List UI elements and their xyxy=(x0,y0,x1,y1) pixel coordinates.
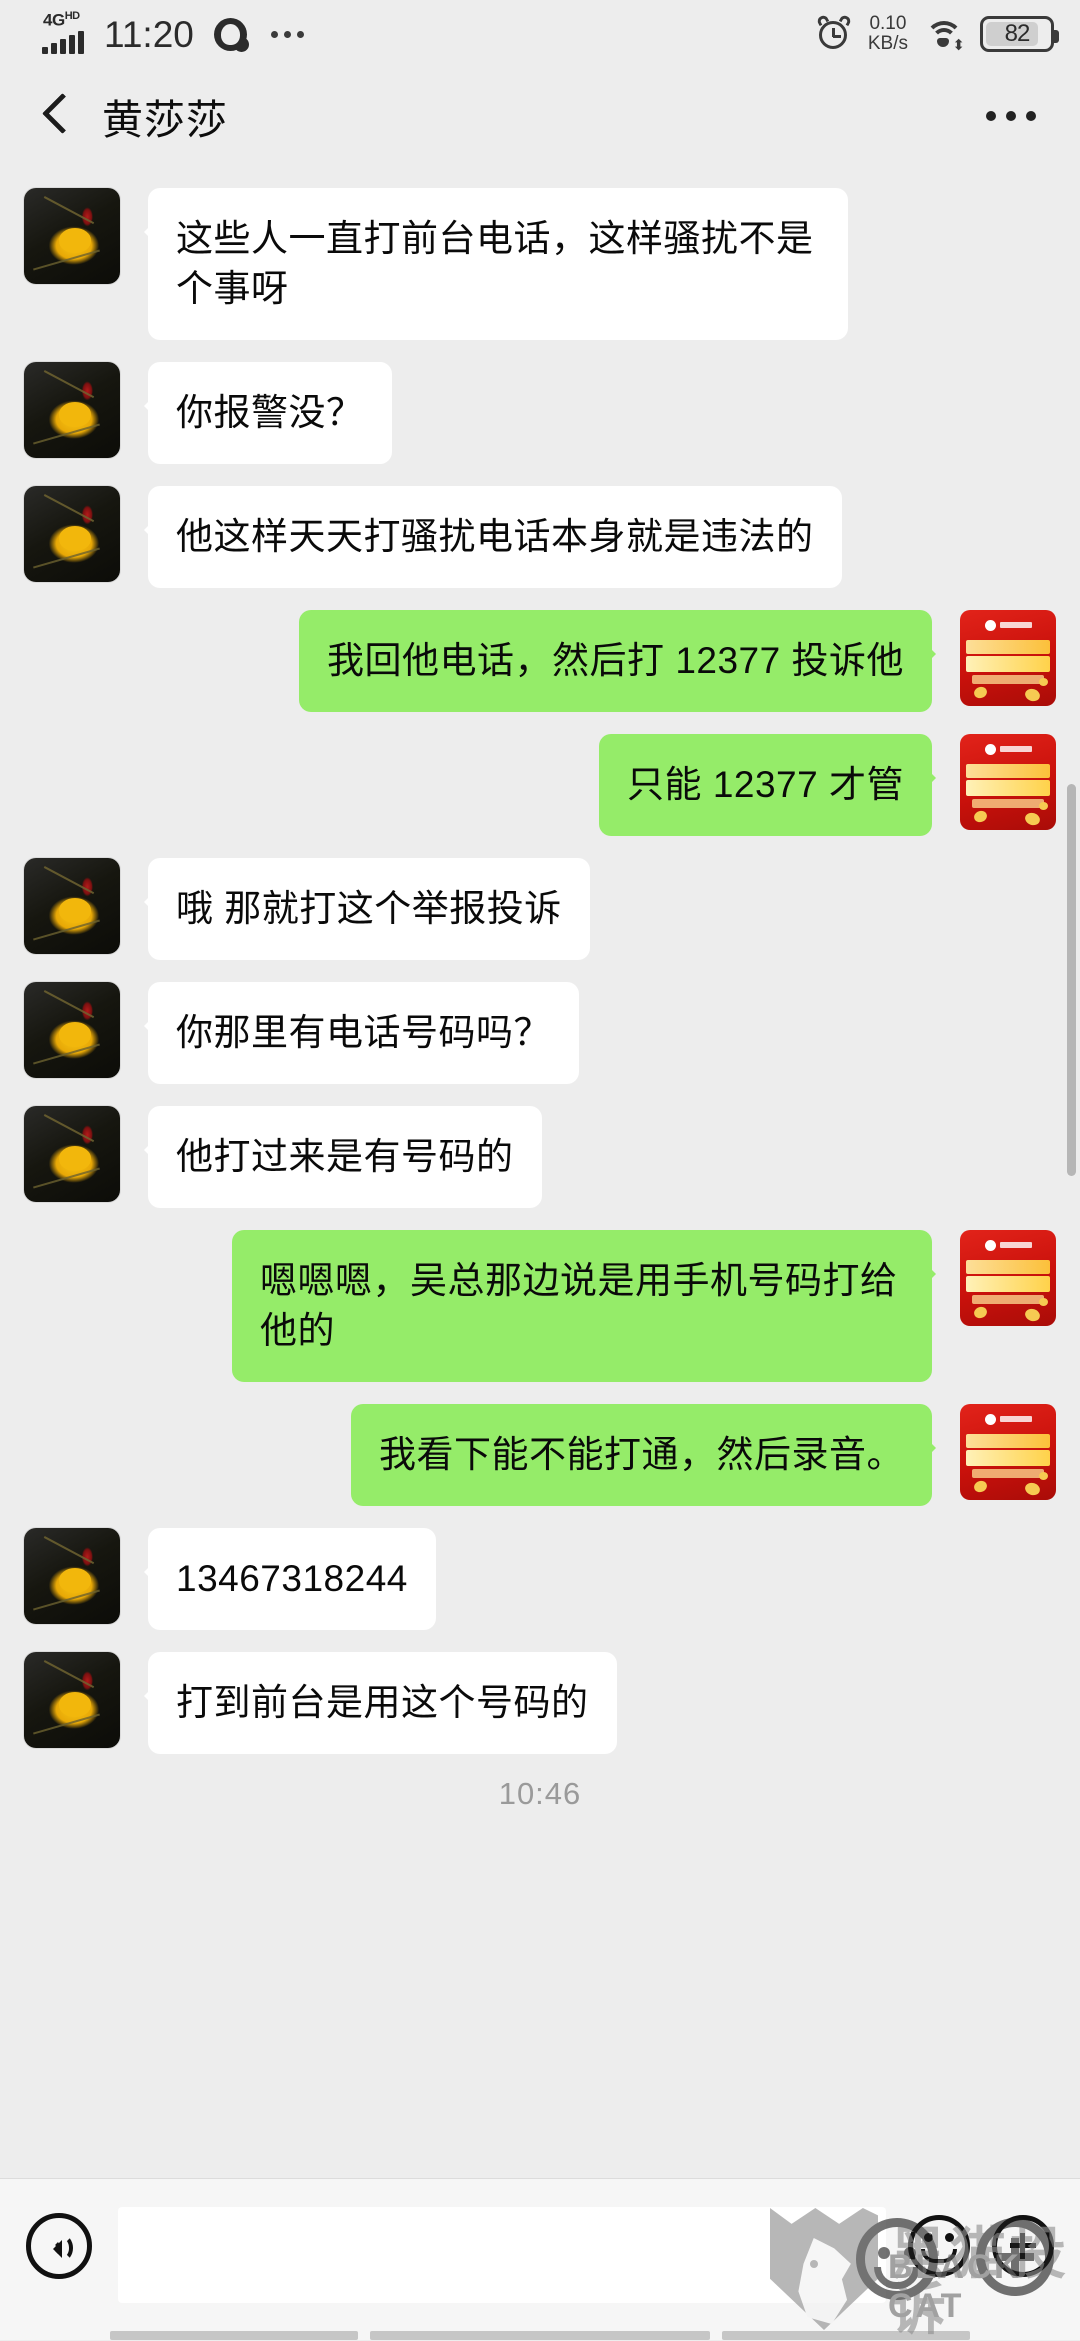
alarm-clock-icon xyxy=(815,13,853,52)
voice-record-icon[interactable] xyxy=(26,2213,92,2279)
status-bar-clock: 11:20 xyxy=(104,13,194,55)
conversation-timestamp: 10:46 xyxy=(498,1776,582,1811)
chat-message-list[interactable]: 这些人一直打前台电话，这样骚扰不是个事呀你报警没？ 他这样天天打骚扰电话本身就是违… xyxy=(0,164,1080,2178)
avatar-contact[interactable] xyxy=(24,188,120,284)
avatar-contact[interactable] xyxy=(24,1528,120,1624)
avatar-self[interactable] xyxy=(960,610,1056,706)
chat-message-row: 这些人一直打前台电话，这样骚扰不是个事呀 xyxy=(0,188,1080,340)
more-notifications-icon xyxy=(270,30,304,38)
message-bubble-incoming[interactable]: 他打过来是有号码的 xyxy=(144,1106,542,1208)
emoji-smiley-icon[interactable] xyxy=(908,2215,970,2277)
avatar-contact[interactable] xyxy=(24,858,120,954)
chat-message-row: 他打过来是有号码的 xyxy=(0,1106,1080,1208)
avatar-contact[interactable] xyxy=(24,1106,120,1202)
chat-message-row: 只能 12377 才管 xyxy=(0,734,1080,836)
avatar-contact[interactable] xyxy=(24,1652,120,1748)
battery-indicator: 82 xyxy=(980,16,1059,52)
message-bubble-outgoing[interactable]: 我回他电话，然后打 12377 投诉他 xyxy=(299,610,936,712)
status-bar-right: 0.10 KB/s ⬍ 82 xyxy=(815,13,1059,54)
chat-message-row: 你那里有电话号码吗？ xyxy=(0,982,1080,1084)
message-bubble-incoming[interactable]: 哦 那就打这个举报投诉 xyxy=(144,858,590,960)
chat-header: 黄莎莎 xyxy=(0,68,1080,164)
status-bar-left: 4GHD 11:20 xyxy=(42,11,304,55)
chat-message-row: 打到前台是用这个号码的 xyxy=(0,1652,1080,1754)
chat-message-row: 嗯嗯嗯，吴总那边说是用手机号码打给他的 xyxy=(0,1230,1080,1382)
message-bubble-incoming[interactable]: 你报警没？ xyxy=(144,362,392,464)
chat-message-row: 13467318244 xyxy=(0,1528,1080,1630)
chat-message-row: 我看下能不能打通，然后录音。 xyxy=(0,1404,1080,1506)
avatar-contact[interactable] xyxy=(24,982,120,1078)
message-input-bar xyxy=(0,2178,1080,2340)
chat-scrollbar[interactable] xyxy=(1067,784,1076,1176)
message-input[interactable] xyxy=(118,2207,886,2303)
network-speed-indicator: 0.10 KB/s xyxy=(867,13,908,54)
qq-notification-icon xyxy=(213,17,249,52)
message-bubble-outgoing[interactable]: 我看下能不能打通，然后录音。 xyxy=(351,1404,936,1506)
chat-message-row: 他这样天天打骚扰电话本身就是违法的 xyxy=(0,486,1080,588)
status-bar: 4GHD 11:20 0.10 KB/s ⬍ 82 xyxy=(0,0,1080,68)
message-bubble-incoming[interactable]: 13467318244 xyxy=(144,1528,436,1630)
chat-message-row: 我回他电话，然后打 12377 投诉他 xyxy=(0,610,1080,712)
message-bubble-incoming[interactable]: 这些人一直打前台电话，这样骚扰不是个事呀 xyxy=(144,188,848,340)
chat-message-row: 你报警没？ xyxy=(0,362,1080,464)
more-options-button[interactable] xyxy=(986,111,1036,121)
message-bubble-incoming[interactable]: 他这样天天打骚扰电话本身就是违法的 xyxy=(144,486,842,588)
avatar-contact[interactable] xyxy=(24,362,120,458)
page-title: 黄莎莎 xyxy=(102,97,228,143)
chat-message-row: 哦 那就打这个举报投诉 xyxy=(0,858,1080,960)
plus-circle-icon[interactable] xyxy=(992,2215,1054,2277)
avatar-self[interactable] xyxy=(960,1404,1056,1500)
back-button[interactable] xyxy=(34,87,80,145)
cellular-signal-icon: 4GHD xyxy=(42,11,88,54)
message-bubble-incoming[interactable]: 打到前台是用这个号码的 xyxy=(144,1652,617,1754)
wifi-icon: ⬍ xyxy=(924,17,965,53)
avatar-self[interactable] xyxy=(960,1230,1056,1326)
message-bubble-incoming[interactable]: 你那里有电话号码吗？ xyxy=(144,982,579,1084)
avatar-contact[interactable] xyxy=(24,486,120,582)
avatar-self[interactable] xyxy=(960,734,1056,830)
message-bubble-outgoing[interactable]: 只能 12377 才管 xyxy=(599,734,936,836)
message-bubble-outgoing[interactable]: 嗯嗯嗯，吴总那边说是用手机号码打给他的 xyxy=(232,1230,936,1382)
